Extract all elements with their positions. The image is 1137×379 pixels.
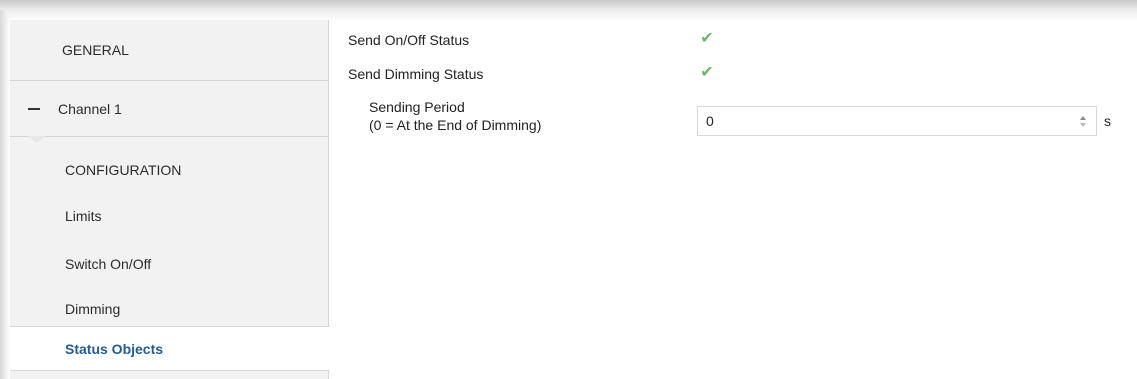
triangle-down-icon[interactable] (1080, 122, 1086, 127)
sidebar-item-status-objects[interactable]: Status Objects (10, 326, 330, 371)
sidebar-item-label: Limits (65, 208, 102, 224)
triangle-up-icon[interactable] (1080, 115, 1086, 120)
window: GENERAL Channel 1 CONFIGURATION Limits S… (0, 0, 1137, 379)
sidebar-item-label: Dimming (65, 301, 121, 317)
settings-panel: Send On/Off Status ✔ Send Dimming Status… (330, 20, 1137, 379)
sidebar-item-dimming[interactable]: Dimming (10, 287, 328, 331)
sending-period-value: 0 (706, 113, 714, 129)
check-icon: ✔ (700, 64, 714, 81)
sending-period-label-line1: Sending Period (369, 99, 465, 115)
send-dimming-status-label: Send Dimming Status (348, 66, 484, 82)
sidebar-item-label: Status Objects (65, 340, 164, 357)
send-onoff-status-checkbox[interactable]: ✔ (698, 30, 716, 48)
sidebar-item-label: Channel 1 (58, 100, 122, 117)
send-dimming-status-checkbox[interactable]: ✔ (698, 64, 716, 82)
sidebar-item-general[interactable]: GENERAL (10, 20, 328, 80)
sidebar-item-channel-1[interactable]: Channel 1 (10, 81, 328, 136)
sidebar-divider (10, 136, 328, 137)
sidebar-item-label: Switch On/Off (65, 256, 152, 272)
sidebar-item-switch-on-off[interactable]: Switch On/Off (10, 242, 328, 286)
sidebar-item-label: GENERAL (62, 42, 129, 58)
sidebar-item-limits[interactable]: Limits (10, 194, 328, 238)
check-icon: ✔ (700, 30, 714, 47)
send-onoff-status-label: Send On/Off Status (348, 32, 470, 48)
sidebar-item-label: CONFIGURATION (65, 162, 182, 178)
sending-period-unit: s (1104, 113, 1111, 129)
window-left-edge (0, 10, 10, 379)
minus-icon[interactable] (28, 108, 40, 110)
sending-period-label-line2: (0 = At the End of Dimming) (369, 117, 542, 133)
sidebar: GENERAL Channel 1 CONFIGURATION Limits S… (10, 20, 330, 379)
tree-pointer-icon (28, 136, 46, 143)
sending-period-label: Sending Period (0 = At the End of Dimmin… (369, 98, 541, 134)
sidebar-item-configuration[interactable]: CONFIGURATION (10, 148, 328, 192)
sending-period-input[interactable]: 0 (697, 106, 1097, 136)
window-top-edge (0, 0, 1137, 22)
sending-period-stepper[interactable] (1076, 107, 1090, 135)
